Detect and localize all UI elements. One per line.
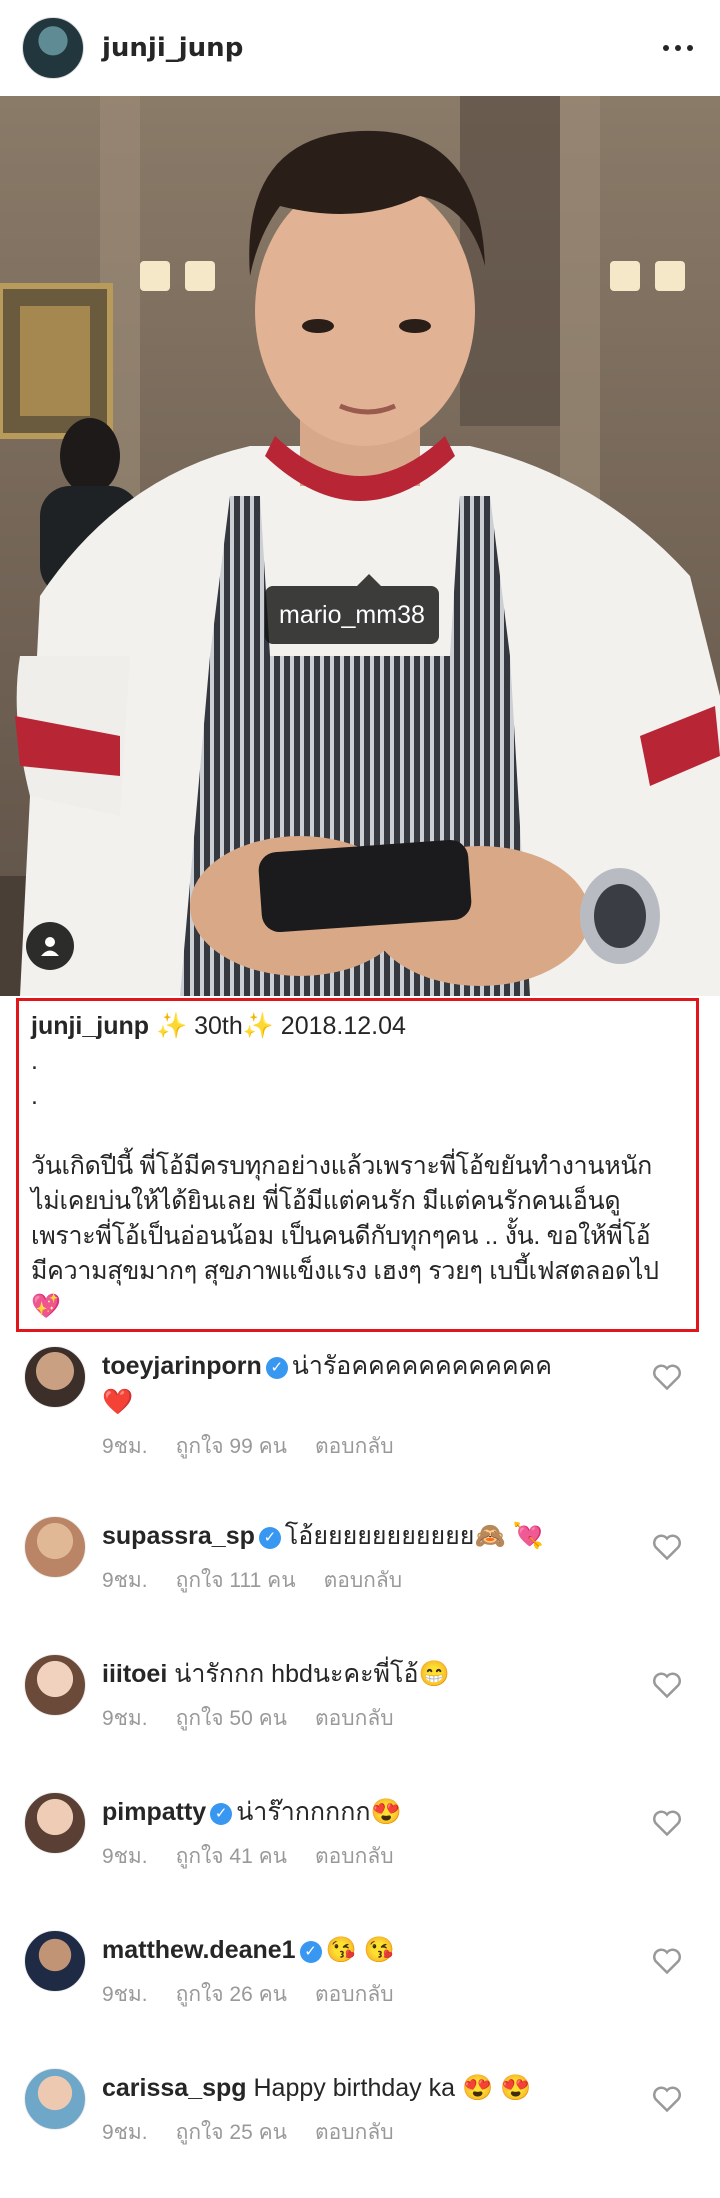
comment-body: pimpatty ✓ น่าร๊ากกกกก😍 [102,1794,642,1830]
comment-time: 9ชม. [102,1707,148,1730]
photo-tag[interactable]: mario_mm38 [265,574,439,644]
comment-username[interactable]: pimpatty [102,1798,206,1826]
comment-text: โอ้ยยยยยยยยยยย🙈 💘 [284,1522,544,1550]
comment-item: carissa_spg Happy birthday ka 😍 😍 9ชม. ถู… [0,2060,720,2198]
verified-badge-icon: ✓ [299,1941,322,1963]
comment-time: 9ชม. [102,1569,148,1592]
comment-meta: 9ชม. ถูกใจ 99 คน ตอบกลับ [102,1430,422,1463]
heart-outline-icon[interactable] [652,1532,682,1560]
comment-likes[interactable]: ถูกใจ 25 คน [176,2121,287,2144]
avatar[interactable] [24,1346,86,1408]
caption-headline: junji_junp ✨ 30th✨ 2018.12.04 [31,1009,684,1044]
caption-text: วันเกิดปีนี้ พี่โอ้มีครบทุกอย่างแล้วเพรา… [31,1152,659,1320]
heart-outline-icon[interactable] [652,1946,682,1974]
heart-outline-icon[interactable] [652,1808,682,1836]
avatar[interactable] [24,1654,86,1716]
caption-username[interactable]: junji_junp [31,1012,149,1040]
avatar[interactable] [24,1792,86,1854]
caption-dots: . . [31,1047,38,1110]
profile-avatar[interactable] [22,17,84,79]
comment-time: 9ชม. [102,1435,148,1458]
comment-text: 😘 😘 [325,1936,395,1964]
reply-button[interactable]: ตอบกลับ [315,1707,394,1730]
comment-time: 9ชม. [102,1983,148,2006]
comment-time: 9ชม. [102,2121,148,2144]
verified-badge-icon: ✓ [210,1803,233,1825]
comment-text: น่าร๊ากกกกก😍 [236,1798,402,1826]
verified-badge-icon: ✓ [258,1527,281,1549]
reply-button[interactable]: ตอบกลับ [315,1983,394,2006]
comment-text: น่ารัอคคคคคคคคคคคค [291,1352,553,1380]
post-header: junji_junp [0,0,720,96]
comment-body: iiitoei น่ารักกก hbdนะคะพี่โอ้😁 [102,1656,642,1692]
person-icon[interactable] [26,922,74,970]
comment-body: carissa_spg Happy birthday ka 😍 😍 [102,2070,642,2106]
heart-outline-icon[interactable] [652,2084,682,2112]
header-username[interactable]: junji_junp [102,33,243,63]
caption-date: ✨ 30th✨ 2018.12.04 [149,1012,406,1040]
comment-meta: 9ชม. ถูกใจ 111 คน ตอบกลับ [102,1564,430,1597]
comment-item: pimpatty ✓ น่าร๊ากกกกก😍 9ชม. ถูกใจ 41 คน ตอบ… [0,1784,720,1922]
comment-username[interactable]: supassra_sp [102,1522,255,1550]
comment-item: iiitoei น่ารักกก hbdนะคะพี่โอ้😁 9ชม. ถูกใ… [0,1646,720,1784]
comment-text: Happy birthday ka 😍 😍 [253,2074,532,2102]
photo-illustration [0,96,720,996]
comment-time: 9ชม. [102,1845,148,1868]
comment-text: น่ารักกก hbdนะคะพี่โอ้😁 [174,1660,450,1688]
comment-body: supassra_sp ✓ โอ้ยยยยยยยยยยย🙈 💘 [102,1518,642,1554]
verified-badge-icon: ✓ [265,1357,288,1379]
comment-item: matthew.deane1 ✓ 😘 😘 9ชม. ถูกใจ 26 คน ตอบกลั… [0,1922,720,2060]
comment-username[interactable]: toeyjarinporn [102,1352,262,1380]
comment-username[interactable]: iiitoei [102,1660,167,1688]
comment-meta: 9ชม. ถูกใจ 26 คน ตอบกลับ [102,1978,422,2011]
comment-likes[interactable]: ถูกใจ 41 คน [176,1845,287,1868]
heart-emoji: 💖 [31,1293,61,1320]
comment-meta: 9ชม. ถูกใจ 50 คน ตอบกลับ [102,1702,422,1735]
comment-likes[interactable]: ถูกใจ 99 คน [176,1435,287,1458]
avatar[interactable] [24,1930,86,1992]
avatar[interactable] [24,2068,86,2130]
comment-username[interactable]: carissa_spg [102,2074,247,2102]
reply-button[interactable]: ตอบกลับ [324,1569,403,1592]
comment-likes[interactable]: ถูกใจ 111 คน [176,1569,296,1592]
caption-highlight: junji_junp ✨ 30th✨ 2018.12.04 . . วันเกิ… [16,998,699,1332]
comment-username[interactable]: matthew.deane1 [102,1936,296,1964]
comment-meta: 9ชม. ถูกใจ 25 คน ตอบกลับ [102,2116,422,2149]
comment-likes[interactable]: ถูกใจ 50 คน [176,1707,287,1730]
heart-outline-icon[interactable] [652,1362,682,1390]
comment-text-2: ❤️ [102,1388,134,1416]
reply-button[interactable]: ตอบกลับ [315,1435,394,1458]
reply-button[interactable]: ตอบกลับ [315,1845,394,1868]
comment-meta: 9ชม. ถูกใจ 41 คน ตอบกลับ [102,1840,422,1873]
more-horizontal-icon[interactable] [658,28,698,68]
comment-body: toeyjarinporn ✓ น่ารัอคคคคคคคคคคคค ❤️ [102,1348,642,1420]
post-photo[interactable]: mario_mm38 [0,96,720,996]
avatar[interactable] [24,1516,86,1578]
comment-item: toeyjarinporn ✓ น่ารัอคคคคคคคคคคคค ❤️ 9ชม.… [0,1338,720,1476]
comment-likes[interactable]: ถูกใจ 26 คน [176,1983,287,2006]
comment-item: supassra_sp ✓ โอ้ยยยยยยยยยยย🙈 💘 9ชม. ถูกใจ … [0,1508,720,1646]
heart-outline-icon[interactable] [652,1670,682,1698]
reply-button[interactable]: ตอบกลับ [315,2121,394,2144]
comment-body: matthew.deane1 ✓ 😘 😘 [102,1932,642,1968]
